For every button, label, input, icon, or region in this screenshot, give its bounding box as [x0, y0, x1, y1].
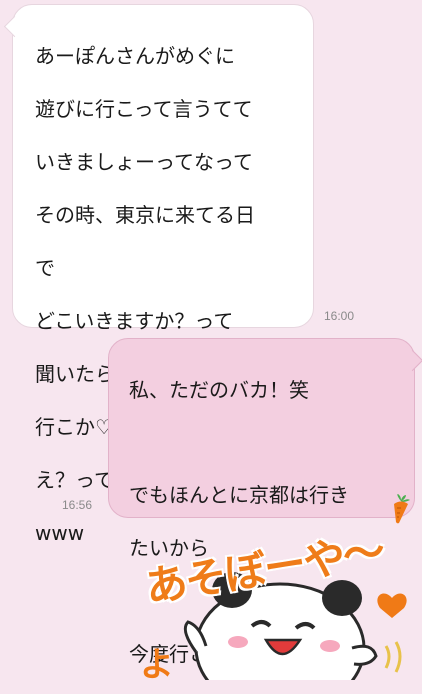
- message-line: で: [35, 255, 55, 280]
- incoming-message-time: 16:00: [324, 309, 355, 323]
- carrot-icon: [394, 494, 410, 524]
- message-line: でもほんとに京都は行き: [129, 483, 349, 507]
- sticker-extra-text: よ: [140, 645, 174, 680]
- incoming-message-bubble[interactable]: あーぽんさんがめぐに 遊びに行こって言うてて いきましょーってなって その時、東…: [12, 4, 314, 545]
- message-line: その時、東京に来てる日: [35, 202, 255, 227]
- message-line: どこいきますか？って: [35, 308, 234, 333]
- message-line: いきましょーってなって: [35, 149, 253, 174]
- message-line: あーぽんさんがめぐに: [35, 43, 235, 68]
- message-line: 私、ただのバカ！笑: [129, 377, 309, 402]
- message-line: 遊びに行こって言うてて: [35, 96, 253, 121]
- outgoing-message-bubble[interactable]: 私、ただのバカ！笑 でもほんとに京都は行き たいから 今度行こー！ 笑: [108, 338, 415, 666]
- outgoing-message-time: 16:56: [62, 498, 93, 512]
